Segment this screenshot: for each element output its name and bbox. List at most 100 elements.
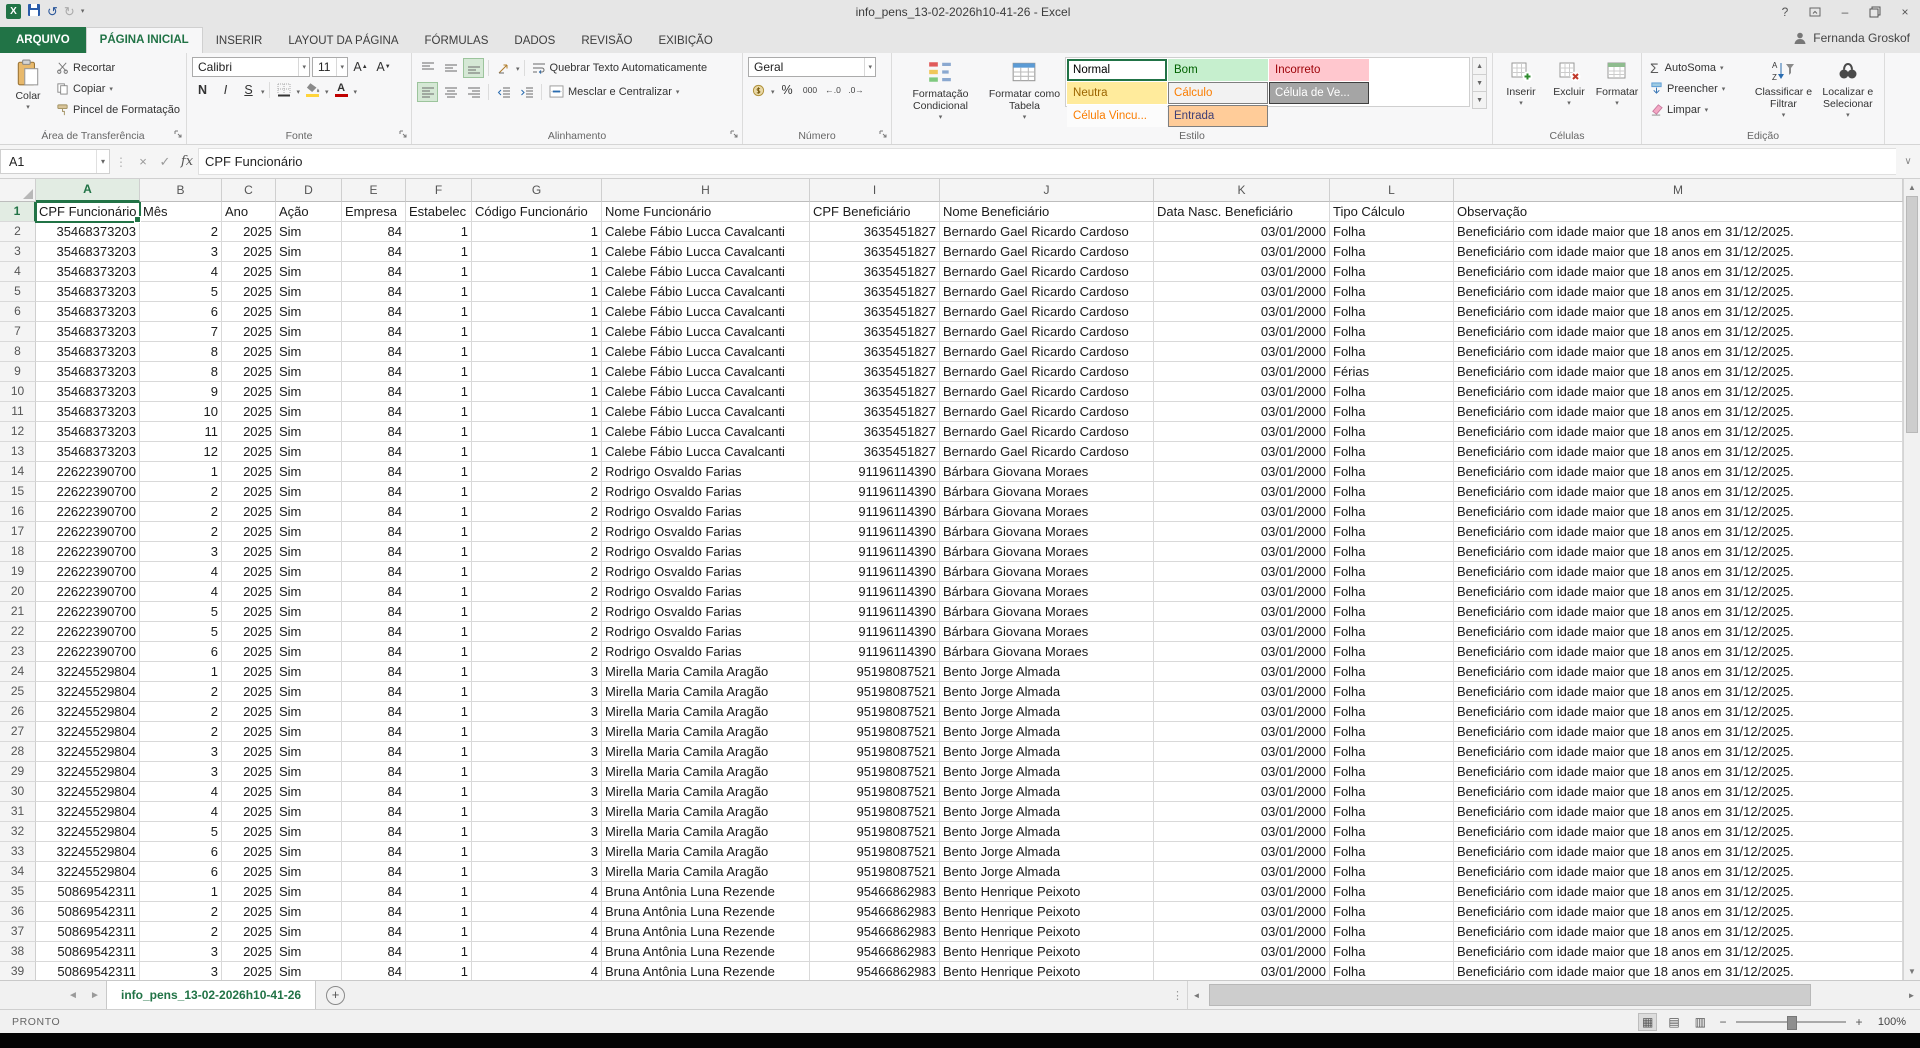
cell-E22[interactable]: 84: [342, 622, 406, 642]
cell-D21[interactable]: Sim: [276, 602, 342, 622]
cell-B14[interactable]: 1: [140, 462, 222, 482]
cell-E30[interactable]: 84: [342, 782, 406, 802]
cell-F7[interactable]: 1: [406, 322, 472, 342]
cell-D36[interactable]: Sim: [276, 902, 342, 922]
cell-I13[interactable]: 3635451827: [810, 442, 940, 462]
cell-L24[interactable]: Folha: [1330, 662, 1454, 682]
cell-I5[interactable]: 3635451827: [810, 282, 940, 302]
cell-G37[interactable]: 4: [472, 922, 602, 942]
cell-L18[interactable]: Folha: [1330, 542, 1454, 562]
font-dialog-launcher-icon[interactable]: [399, 130, 408, 142]
cell-D31[interactable]: Sim: [276, 802, 342, 822]
cell-H20[interactable]: Rodrigo Osvaldo Farias: [602, 582, 810, 602]
cell-F38[interactable]: 1: [406, 942, 472, 962]
cell-E18[interactable]: 84: [342, 542, 406, 562]
cell-L16[interactable]: Folha: [1330, 502, 1454, 522]
cell-B32[interactable]: 5: [140, 822, 222, 842]
cell-L32[interactable]: Folha: [1330, 822, 1454, 842]
cell-J35[interactable]: Bento Henrique Peixoto: [940, 882, 1154, 902]
cell-L11[interactable]: Folha: [1330, 402, 1454, 422]
help-icon[interactable]: ?: [1770, 1, 1800, 23]
cell-E31[interactable]: 84: [342, 802, 406, 822]
row-header-2[interactable]: 2: [0, 222, 36, 242]
cell-C3[interactable]: 2025: [222, 242, 276, 262]
cell-L7[interactable]: Folha: [1330, 322, 1454, 342]
cell-I32[interactable]: 95198087521: [810, 822, 940, 842]
cell-I28[interactable]: 95198087521: [810, 742, 940, 762]
cell-L35[interactable]: Folha: [1330, 882, 1454, 902]
cell-A5[interactable]: 35468373203: [36, 282, 140, 302]
row-header-15[interactable]: 15: [0, 482, 36, 502]
cell-A12[interactable]: 35468373203: [36, 422, 140, 442]
cell-L14[interactable]: Folha: [1330, 462, 1454, 482]
cell-C30[interactable]: 2025: [222, 782, 276, 802]
cell-F23[interactable]: 1: [406, 642, 472, 662]
cell-I36[interactable]: 95466862983: [810, 902, 940, 922]
cell-J4[interactable]: Bernardo Gael Ricardo Cardoso: [940, 262, 1154, 282]
cell-H17[interactable]: Rodrigo Osvaldo Farias: [602, 522, 810, 542]
cell-F9[interactable]: 1: [406, 362, 472, 382]
cell-I1[interactable]: CPF Beneficiário: [810, 202, 940, 222]
cell-A34[interactable]: 32245529804: [36, 862, 140, 882]
cell-E33[interactable]: 84: [342, 842, 406, 862]
cell-H15[interactable]: Rodrigo Osvaldo Farias: [602, 482, 810, 502]
cell-I8[interactable]: 3635451827: [810, 342, 940, 362]
row-header-17[interactable]: 17: [0, 522, 36, 542]
cell-A24[interactable]: 32245529804: [36, 662, 140, 682]
cell-C7[interactable]: 2025: [222, 322, 276, 342]
cell-I33[interactable]: 95198087521: [810, 842, 940, 862]
cell-B36[interactable]: 2: [140, 902, 222, 922]
cell-H31[interactable]: Mirella Maria Camila Aragão: [602, 802, 810, 822]
vertical-scroll-track[interactable]: [1904, 196, 1920, 963]
save-icon[interactable]: [27, 3, 41, 20]
cell-L37[interactable]: Folha: [1330, 922, 1454, 942]
cell-F12[interactable]: 1: [406, 422, 472, 442]
cell-A15[interactable]: 22622390700: [36, 482, 140, 502]
excel-app-icon[interactable]: X: [6, 4, 21, 19]
cell-F26[interactable]: 1: [406, 702, 472, 722]
cell-K38[interactable]: 03/01/2000: [1154, 942, 1330, 962]
cell-J12[interactable]: Bernardo Gael Ricardo Cardoso: [940, 422, 1154, 442]
cell-C25[interactable]: 2025: [222, 682, 276, 702]
row-header-36[interactable]: 36: [0, 902, 36, 922]
cell-J34[interactable]: Bento Jorge Almada: [940, 862, 1154, 882]
cell-A27[interactable]: 32245529804: [36, 722, 140, 742]
cell-B17[interactable]: 2: [140, 522, 222, 542]
cell-M5[interactable]: Beneficiário com idade maior que 18 anos…: [1454, 282, 1903, 302]
cell-G8[interactable]: 1: [472, 342, 602, 362]
cell-H16[interactable]: Rodrigo Osvaldo Farias: [602, 502, 810, 522]
cell-D35[interactable]: Sim: [276, 882, 342, 902]
cell-C6[interactable]: 2025: [222, 302, 276, 322]
cell-M16[interactable]: Beneficiário com idade maior que 18 anos…: [1454, 502, 1903, 522]
cell-B28[interactable]: 3: [140, 742, 222, 762]
cell-M19[interactable]: Beneficiário com idade maior que 18 anos…: [1454, 562, 1903, 582]
cell-M2[interactable]: Beneficiário com idade maior que 18 anos…: [1454, 222, 1903, 242]
cell-L3[interactable]: Folha: [1330, 242, 1454, 262]
cell-B26[interactable]: 2: [140, 702, 222, 722]
row-header-25[interactable]: 25: [0, 682, 36, 702]
cell-K17[interactable]: 03/01/2000: [1154, 522, 1330, 542]
cell-L36[interactable]: Folha: [1330, 902, 1454, 922]
fill-button[interactable]: Preencher: [1647, 78, 1750, 99]
cell-L28[interactable]: Folha: [1330, 742, 1454, 762]
cell-F33[interactable]: 1: [406, 842, 472, 862]
cell-C34[interactable]: 2025: [222, 862, 276, 882]
cell-J36[interactable]: Bento Henrique Peixoto: [940, 902, 1154, 922]
cell-D16[interactable]: Sim: [276, 502, 342, 522]
wrap-text-button[interactable]: Quebrar Texto Automaticamente: [529, 57, 711, 78]
cell-A35[interactable]: 50869542311: [36, 882, 140, 902]
cell-K3[interactable]: 03/01/2000: [1154, 242, 1330, 262]
cell-E12[interactable]: 84: [342, 422, 406, 442]
cell-E1[interactable]: Empresa: [342, 202, 406, 222]
cell-C12[interactable]: 2025: [222, 422, 276, 442]
cell-A31[interactable]: 32245529804: [36, 802, 140, 822]
cell-G24[interactable]: 3: [472, 662, 602, 682]
cell-D32[interactable]: Sim: [276, 822, 342, 842]
cell-G28[interactable]: 3: [472, 742, 602, 762]
cell-E26[interactable]: 84: [342, 702, 406, 722]
orientation-icon[interactable]: [493, 58, 514, 78]
cell-A9[interactable]: 35468373203: [36, 362, 140, 382]
insert-function-icon[interactable]: fx: [176, 154, 198, 169]
cell-I16[interactable]: 91196114390: [810, 502, 940, 522]
cell-C28[interactable]: 2025: [222, 742, 276, 762]
